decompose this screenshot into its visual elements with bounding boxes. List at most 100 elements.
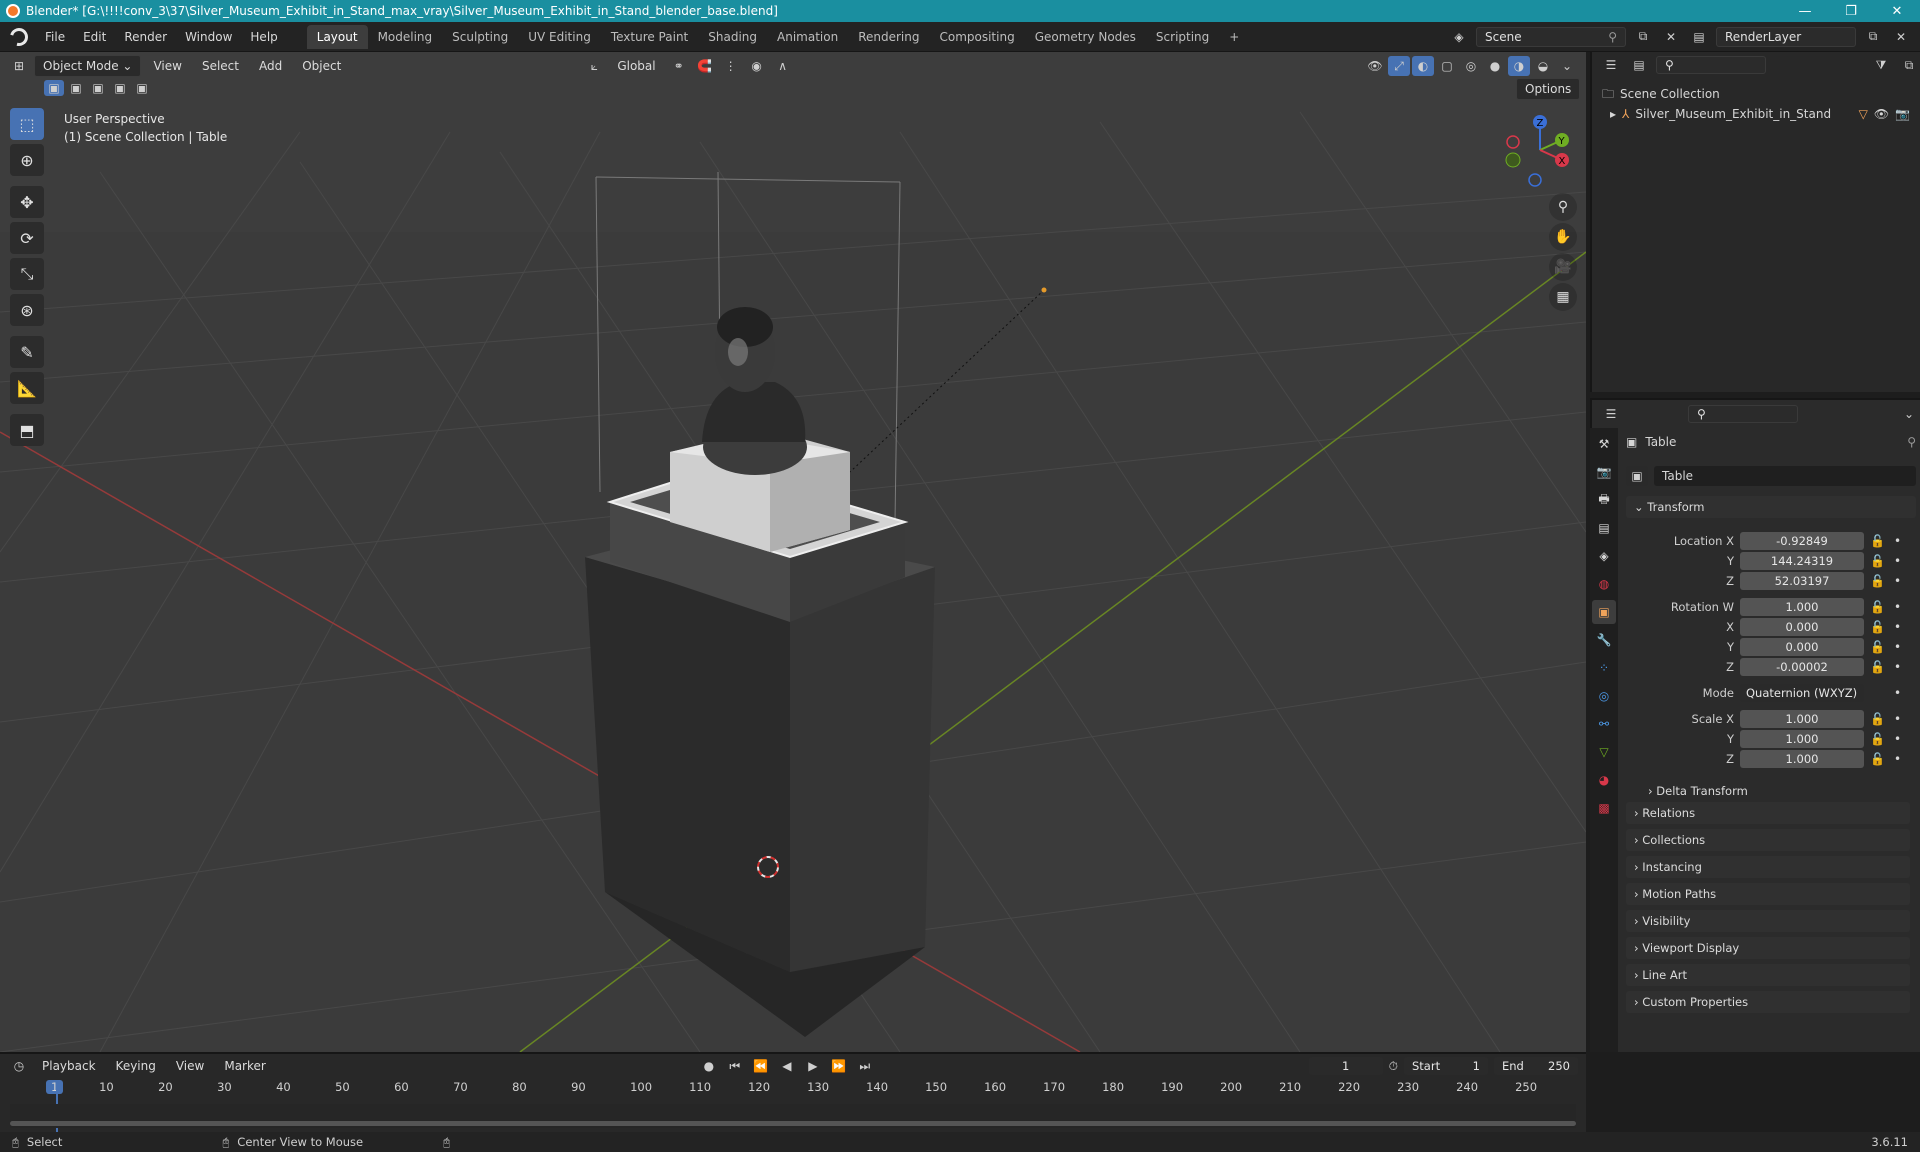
panel-options-icon[interactable]: ⌄ [1898, 404, 1920, 424]
visibility-icon[interactable]: 👁 [1364, 56, 1386, 76]
rotation-x-field[interactable]: 0.000 [1740, 618, 1864, 636]
object-tab-icon[interactable]: ▣ [1592, 600, 1616, 624]
outliner-search-input[interactable]: ⚲ [1656, 56, 1766, 74]
object-type-icon[interactable]: ▣ [1626, 466, 1648, 486]
navigation-gizmo[interactable]: Z Y X [1500, 110, 1580, 190]
menu-render[interactable]: Render [115, 30, 176, 44]
keyframe-dot-icon[interactable]: • [1894, 600, 1912, 614]
select-new-icon[interactable]: ▣ [44, 80, 64, 96]
end-frame-field[interactable]: End 250 [1494, 1057, 1578, 1075]
delete-scene-icon[interactable]: ✕ [1660, 27, 1682, 47]
keyframe-dot-icon[interactable]: • [1894, 732, 1912, 746]
snap-icon[interactable]: 🧲 [694, 56, 716, 76]
lock-icon[interactable]: 🔓 [1870, 554, 1888, 568]
lock-icon[interactable]: 🔓 [1870, 660, 1888, 674]
jump-end-icon[interactable]: ⏭ [854, 1056, 876, 1076]
tab-uv-editing[interactable]: UV Editing [518, 25, 601, 49]
object-name-field[interactable]: Table [1654, 466, 1916, 486]
rotate-tool-icon[interactable]: ⟳ [10, 222, 44, 254]
pivot-icon[interactable]: ⚭ [668, 56, 690, 76]
scale-x-field[interactable]: 1.000 [1740, 710, 1864, 728]
new-collection-icon[interactable]: ⧉ [1898, 55, 1920, 75]
lock-icon[interactable]: 🔓 [1870, 752, 1888, 766]
outliner-editor-icon[interactable]: ☰ [1600, 55, 1622, 75]
menu-view[interactable]: View [145, 56, 189, 76]
visibility-panel-header[interactable]: › Visibility [1626, 910, 1910, 932]
keyframe-dot-icon[interactable]: • [1894, 752, 1912, 766]
tab-modeling[interactable]: Modeling [368, 25, 443, 49]
new-scene-icon[interactable]: ⧉ [1632, 27, 1654, 47]
instancing-panel-header[interactable]: › Instancing [1626, 856, 1910, 878]
properties-search-input[interactable]: ⚲ [1688, 405, 1798, 423]
shading-options-icon[interactable]: ⌄ [1556, 56, 1578, 76]
menu-marker[interactable]: Marker [216, 1056, 273, 1076]
jump-start-icon[interactable]: ⏮ [724, 1056, 746, 1076]
menu-file[interactable]: File [36, 30, 74, 44]
tab-layout[interactable]: Layout [306, 24, 368, 49]
transform-panel-header[interactable]: ⌄ Transform [1626, 496, 1916, 518]
measure-tool-icon[interactable]: 📐 [10, 372, 44, 404]
eye-visibility-icon[interactable]: 👁 [1874, 104, 1889, 124]
select-intersect-icon[interactable]: ▣ [132, 80, 152, 96]
menu-keying[interactable]: Keying [108, 1056, 164, 1076]
scene-tab-icon[interactable]: ◈ [1592, 544, 1616, 568]
editor-type-icon[interactable]: ⊞ [8, 56, 30, 76]
proportional-edit-icon[interactable]: ◉ [746, 56, 768, 76]
current-frame-field[interactable]: 1 [1308, 1057, 1383, 1075]
timeline-scrollbar[interactable] [10, 1121, 1576, 1126]
object-data-tab-icon[interactable]: ▽ [1592, 740, 1616, 764]
outliner-row-scene-collection[interactable]: 🗀 Scene Collection [1602, 84, 1910, 104]
rotation-y-field[interactable]: 0.000 [1740, 638, 1864, 656]
menu-timeline-view[interactable]: View [168, 1056, 212, 1076]
delta-transform-header[interactable]: › Delta Transform [1626, 780, 1916, 802]
lock-icon[interactable]: 🔓 [1870, 712, 1888, 726]
tab-geometry-nodes[interactable]: Geometry Nodes [1025, 25, 1146, 49]
constraints-tab-icon[interactable]: ⚯ [1592, 712, 1616, 736]
cursor-tool-icon[interactable]: ⊕ [10, 144, 44, 176]
select-extend-icon[interactable]: ▣ [66, 80, 86, 96]
relations-panel-header[interactable]: › Relations [1626, 802, 1910, 824]
particles-tab-icon[interactable]: ⁘ [1592, 656, 1616, 680]
location-z-field[interactable]: 52.03197 [1740, 572, 1864, 590]
select-invert-icon[interactable]: ▣ [110, 80, 130, 96]
menu-window[interactable]: Window [176, 30, 241, 44]
camera-render-icon[interactable]: 📷 [1895, 104, 1910, 124]
rotation-z-field[interactable]: -0.00002 [1740, 658, 1864, 676]
pan-hand-icon[interactable]: ✋ [1549, 223, 1577, 251]
snap-target-icon[interactable]: ⋮ [720, 56, 742, 76]
output-tab-icon[interactable]: 🖶 [1592, 488, 1616, 512]
wireframe-shading-icon[interactable]: ◎ [1460, 56, 1482, 76]
custom-properties-panel-header[interactable]: › Custom Properties [1626, 991, 1910, 1013]
mode-selector[interactable]: Object Mode ⌄ [34, 55, 142, 77]
close-button[interactable]: ✕ [1874, 4, 1920, 19]
lock-icon[interactable]: 🔓 [1870, 620, 1888, 634]
overlay-toggle-icon[interactable]: ◐ [1412, 56, 1434, 76]
view-layer-selector[interactable]: RenderLayer [1716, 26, 1856, 47]
new-view-layer-icon[interactable]: ⧉ [1862, 27, 1884, 47]
camera-view-icon[interactable]: 🎥 [1549, 253, 1577, 281]
display-mode-icon[interactable]: ▤ [1628, 55, 1650, 75]
menu-edit[interactable]: Edit [74, 30, 115, 44]
solid-shading-icon[interactable]: ● [1484, 56, 1506, 76]
physics-tab-icon[interactable]: ◎ [1592, 684, 1616, 708]
view-layer-icon[interactable]: ▤ [1688, 27, 1710, 47]
menu-add[interactable]: Add [251, 56, 290, 76]
keyframe-dot-icon[interactable]: • [1894, 620, 1912, 634]
prev-keyframe-icon[interactable]: ⏪ [750, 1056, 772, 1076]
select-box-tool-icon[interactable]: ⬚ [10, 108, 44, 140]
play-icon[interactable]: ▶ [802, 1056, 824, 1076]
record-icon[interactable]: ● [698, 1056, 720, 1076]
menu-playback[interactable]: Playback [34, 1056, 104, 1076]
properties-editor-icon[interactable]: ☰ [1600, 404, 1622, 424]
scale-y-field[interactable]: 1.000 [1740, 730, 1864, 748]
outliner-row-object[interactable]: ▸ ⅄ Silver_Museum_Exhibit_in_Stand ▽ 👁 📷 [1602, 104, 1910, 124]
keyframe-dot-icon[interactable]: • [1894, 574, 1912, 588]
viewport-display-panel-header[interactable]: › Viewport Display [1626, 937, 1910, 959]
keyframe-dot-icon[interactable]: • [1894, 686, 1912, 700]
location-x-field[interactable]: -0.92849 [1740, 532, 1864, 550]
pin-icon[interactable]: ⚲ [1907, 435, 1916, 449]
material-tab-icon[interactable]: ◕ [1592, 768, 1616, 792]
lock-icon[interactable]: 🔓 [1870, 640, 1888, 654]
next-keyframe-icon[interactable]: ⏩ [828, 1056, 850, 1076]
start-frame-field[interactable]: Start 1 [1404, 1057, 1488, 1075]
